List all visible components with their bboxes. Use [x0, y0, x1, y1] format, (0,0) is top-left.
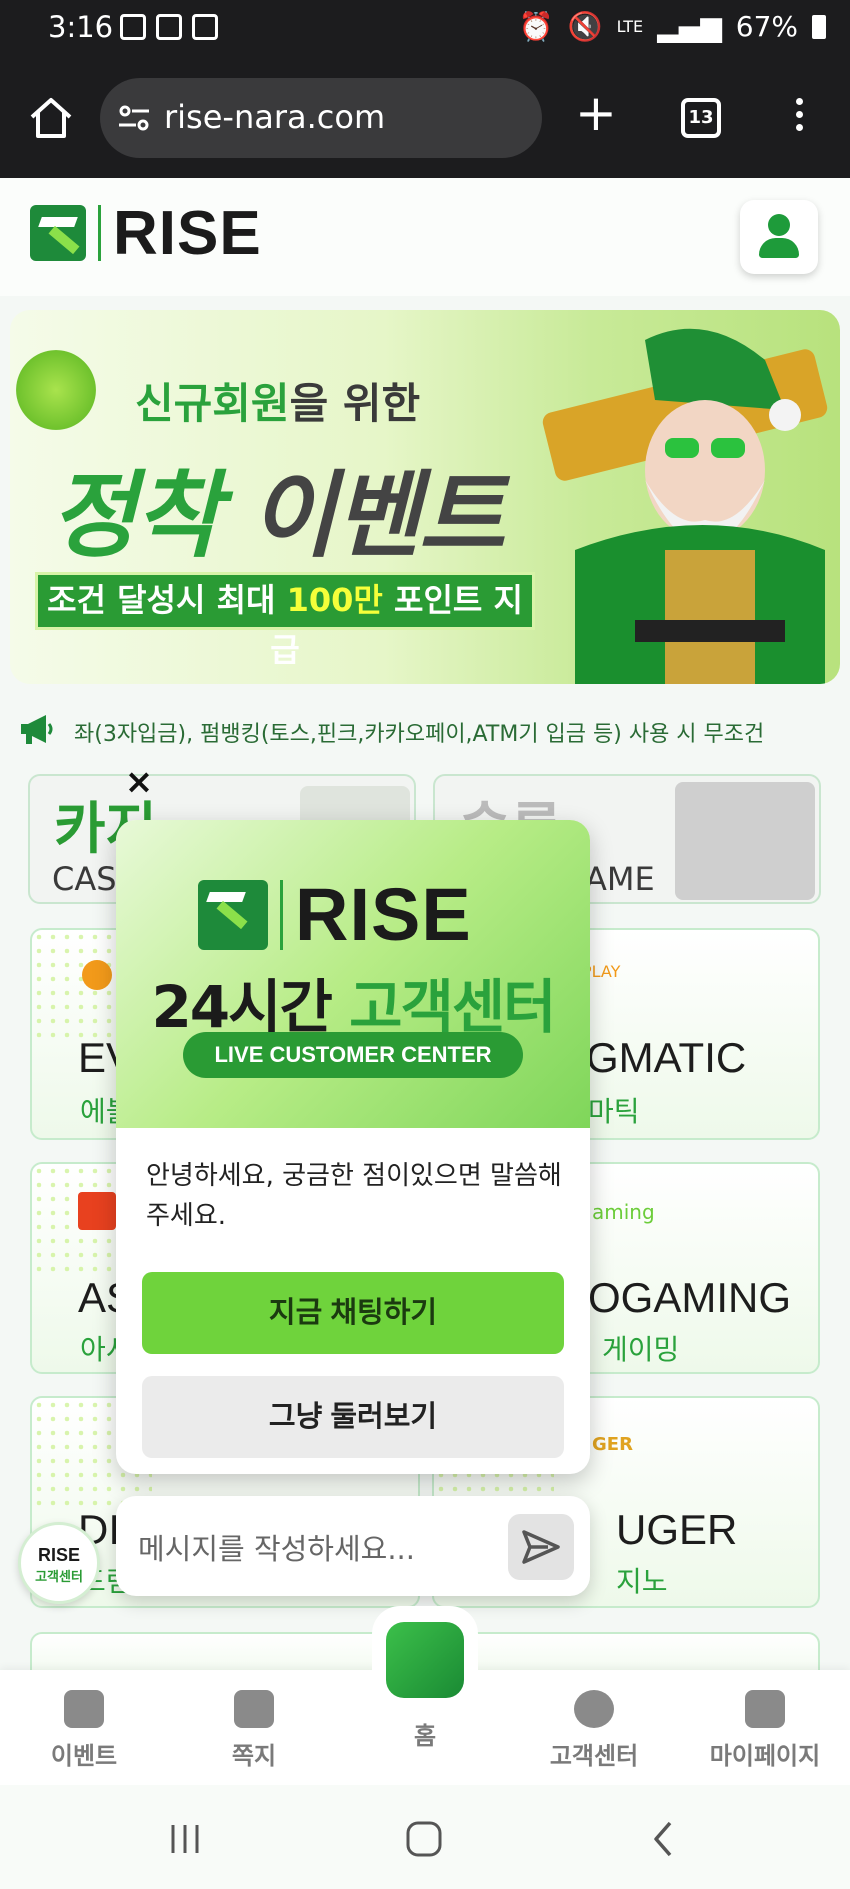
message-input[interactable]: 메시지를 작성하세요...: [138, 1526, 415, 1568]
popup-logo-text: RISE: [295, 873, 472, 956]
url-text[interactable]: rise-nara.com: [164, 98, 385, 136]
promo-banner[interactable]: 신규회원을 위한 정착 이벤트 조건 달성시 최대 100만 포인트 지급: [10, 310, 840, 684]
clover-coin-icon: [16, 350, 96, 430]
more-menu-icon[interactable]: [790, 98, 808, 138]
mute-icon: 🔇: [567, 10, 603, 43]
gallery-icon: [156, 14, 182, 40]
logo-text: RISE: [113, 198, 262, 268]
popup-logo: RISE: [198, 872, 472, 957]
notice-ticker: 좌(3자입금), 펌뱅킹(토스,핀크,카카오페이,ATM기 입금 등) 사용 시…: [0, 706, 850, 754]
popup-message: 안녕하세요, 궁금한 점이있으면 말씀해주세요.: [146, 1161, 562, 1231]
nav-home-label: 홈: [413, 1722, 437, 1750]
system-navigation-bar: [0, 1785, 850, 1889]
provider-logo-icon: [82, 960, 112, 990]
provider-logo-icon: [78, 1192, 116, 1230]
popup-title-dark: 24시간: [151, 973, 350, 1041]
popup-hero: RISE 24시간 고객센터 LIVE CUSTOMER CENTER: [116, 820, 590, 1128]
chat-input-bar: 메시지를 작성하세요...: [116, 1496, 590, 1596]
provider-brand-mark: aming: [592, 1200, 655, 1224]
condition-highlight: 100만: [286, 581, 383, 619]
condition-pre: 조건 달성시 최대: [47, 581, 287, 619]
banner-condition: 조건 달성시 최대 100만 포인트 지급: [35, 572, 535, 669]
status-time: 3:16: [48, 10, 114, 44]
browse-button[interactable]: 그냥 둘러보기: [142, 1376, 564, 1458]
send-button[interactable]: [508, 1514, 574, 1580]
slot-machine-image: [675, 782, 815, 900]
user-icon: [768, 214, 790, 236]
logo-mark-icon: [30, 205, 86, 261]
status-bar: 3:16 ⏰ 🔇 LTE ▂▄▆ 67%: [0, 0, 850, 58]
nav-mypage[interactable]: 마이페이지: [705, 1690, 825, 1771]
provider-brand-mark: GER: [592, 1434, 633, 1455]
nav-mypage-label: 마이페이지: [709, 1742, 821, 1770]
banner-title: 정착 이벤트: [50, 440, 505, 576]
profile-icon: [745, 1690, 785, 1728]
float-badge-brand: RISE: [37, 1545, 80, 1565]
logo-divider: [98, 205, 101, 261]
nav-events-label: 이벤트: [50, 1742, 118, 1770]
notification-icon: [120, 14, 146, 40]
send-icon: [522, 1530, 560, 1564]
live-center-badge: LIVE CUSTOMER CENTER: [183, 1032, 523, 1078]
battery-level: 67%: [735, 10, 798, 43]
browser-toolbar: rise-nara.com + 13: [0, 58, 850, 178]
banner-title-rest: 이벤트: [218, 462, 505, 571]
battery-icon: [812, 14, 826, 39]
banner-subtitle-rest: 을 위한: [289, 379, 421, 428]
site-header: RISE: [0, 178, 850, 296]
logo-divider: [280, 879, 283, 950]
home-icon[interactable]: [26, 93, 76, 143]
close-icon[interactable]: ×: [122, 765, 156, 799]
start-chat-button[interactable]: 지금 채팅하기: [142, 1272, 564, 1354]
calendar-icon: [64, 1690, 104, 1728]
provider-name-ko: 게이밍: [602, 1333, 680, 1366]
nav-home-button[interactable]: [378, 1612, 472, 1708]
home-logo-icon: [386, 1622, 464, 1698]
santa-illustration: [542, 328, 828, 684]
nav-messages-label: 쪽지: [231, 1742, 277, 1770]
logo-mark-icon: [198, 879, 268, 950]
provider-name-ko: 마틱: [588, 1095, 640, 1128]
banner-subtitle-highlight: 신규회원: [135, 379, 290, 428]
nav-support-label: 고객센터: [549, 1742, 639, 1770]
provider-name-en: UGER: [616, 1506, 738, 1553]
megaphone-icon: [21, 715, 53, 744]
float-badge-label: 고객센터: [35, 1570, 83, 1585]
nav-events[interactable]: 이벤트: [24, 1690, 144, 1771]
alarm-icon: ⏰: [518, 10, 554, 43]
back-icon[interactable]: [648, 1819, 676, 1859]
nav-support[interactable]: 고객센터: [534, 1690, 654, 1771]
app-notification-icon: [192, 14, 218, 40]
new-tab-icon[interactable]: +: [575, 88, 617, 138]
user-account-button[interactable]: [740, 200, 818, 274]
site-settings-icon[interactable]: [116, 100, 152, 136]
provider-name-ko: 지노: [616, 1565, 668, 1598]
slot-tile-subtitle: AME: [585, 860, 655, 898]
notice-text: 좌(3자입금), 펌뱅킹(토스,핀크,카카오페이,ATM기 입금 등) 사용 시…: [74, 722, 765, 747]
network-type: LTE: [616, 17, 644, 36]
support-icon: [574, 1690, 614, 1728]
provider-name-en: GMATIC: [586, 1034, 747, 1081]
casino-tile-subtitle: CAS: [52, 860, 117, 898]
provider-name-en: OGAMING: [588, 1274, 792, 1321]
system-indicators: ⏰ 🔇 LTE ▂▄▆ 67%: [519, 10, 826, 43]
note-icon: [234, 1690, 274, 1728]
notification-icons: [120, 14, 218, 40]
banner-subtitle: 신규회원을 위한: [135, 370, 420, 431]
banner-title-highlight: 정착: [50, 462, 221, 571]
home-system-icon[interactable]: [404, 1819, 444, 1859]
address-bar[interactable]: rise-nara.com: [100, 78, 542, 158]
site-logo[interactable]: RISE: [30, 199, 262, 268]
user-icon-body: [759, 238, 799, 258]
floating-support-badge[interactable]: RISE 고객센터: [18, 1522, 100, 1604]
popup-title-green: 고객센터: [349, 973, 556, 1041]
signal-icon: ▂▄▆: [657, 10, 722, 43]
nav-messages[interactable]: 쪽지: [194, 1690, 314, 1771]
customer-center-popup: RISE 24시간 고객센터 LIVE CUSTOMER CENTER 안녕하세…: [116, 820, 590, 1474]
recent-apps-icon[interactable]: [168, 1823, 202, 1855]
tab-switcher-button[interactable]: 13: [681, 98, 721, 138]
